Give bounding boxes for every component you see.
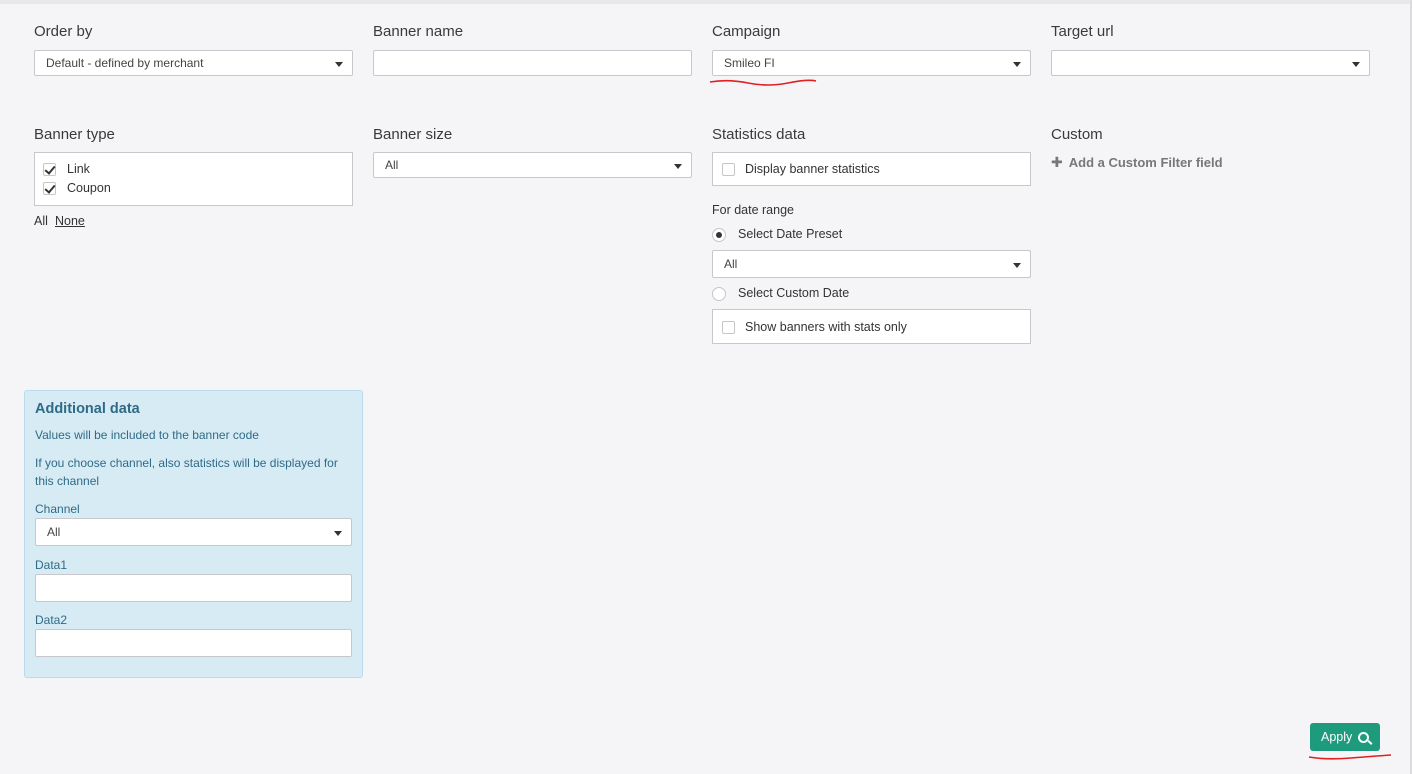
caret-down-icon (335, 62, 343, 67)
date-preset-select[interactable]: All (712, 250, 1031, 278)
add-custom-filter-label: Add a Custom Filter field (1068, 155, 1223, 170)
custom-label: Custom (1051, 126, 1103, 143)
caret-down-icon (1013, 62, 1021, 67)
order-by-label: Order by (34, 23, 93, 40)
additional-data-panel: Additional data Values will be included … (24, 390, 363, 678)
caret-down-icon (334, 531, 342, 536)
channel-value: All (47, 525, 61, 539)
display-stats-checkbox[interactable] (722, 163, 735, 176)
stats-only-label: Show banners with stats only (745, 320, 907, 334)
caret-down-icon (674, 164, 682, 169)
red-underline-annotation (709, 79, 817, 86)
stats-only-box: Show banners with stats only (712, 309, 1031, 344)
top-border (0, 0, 1412, 4)
date-preset-label: Select Date Preset (738, 227, 843, 241)
data1-input[interactable] (35, 574, 352, 602)
target-url-select[interactable] (1051, 50, 1370, 76)
banner-size-select[interactable]: All (373, 152, 692, 178)
apply-button-label: Apply (1321, 730, 1353, 744)
display-stats-label: Display banner statistics (745, 162, 880, 176)
banner-name-label: Banner name (373, 23, 464, 40)
coupon-option-label: Coupon (67, 181, 111, 195)
date-range-label: For date range (712, 203, 794, 217)
display-stats-box: Display banner statistics (712, 152, 1031, 186)
channel-label: Channel (35, 502, 80, 516)
link-checkbox[interactable] (43, 163, 56, 176)
search-icon (1358, 732, 1369, 743)
target-url-label: Target url (1051, 23, 1114, 40)
plus-icon: ✚ (1051, 154, 1063, 170)
custom-date-radio[interactable] (712, 287, 726, 301)
data2-label: Data2 (35, 613, 68, 627)
caret-down-icon (1352, 62, 1360, 67)
select-all-link[interactable]: All (34, 214, 48, 228)
order-by-select[interactable]: Default - defined by merchant (34, 50, 353, 76)
link-option-label: Link (67, 162, 90, 176)
apply-button[interactable]: Apply (1310, 723, 1380, 751)
select-none-link[interactable]: None (55, 214, 85, 228)
banner-name-input[interactable] (373, 50, 692, 76)
additional-data-note: Values will be included to the banner co… (35, 428, 259, 442)
banner-size-label: Banner size (373, 126, 453, 143)
additional-data-title: Additional data (35, 401, 140, 417)
campaign-select[interactable]: Smileo FI (712, 50, 1031, 76)
red-underline-annotation (1308, 754, 1392, 760)
custom-date-label: Select Custom Date (738, 286, 850, 300)
data2-input[interactable] (35, 629, 352, 657)
coupon-checkbox[interactable] (43, 182, 56, 195)
stats-only-checkbox[interactable] (722, 321, 735, 334)
banner-type-list: Link Coupon (34, 152, 353, 206)
banner-type-label: Banner type (34, 126, 115, 143)
campaign-label: Campaign (712, 23, 781, 40)
campaign-value: Smileo FI (724, 56, 775, 70)
statistics-label: Statistics data (712, 126, 806, 143)
channel-note-line1: If you choose channel, also statistics w… (35, 456, 338, 470)
channel-note-line2: this channel (35, 474, 100, 488)
caret-down-icon (1013, 263, 1021, 268)
add-custom-filter-link[interactable]: ✚ Add a Custom Filter field (1051, 154, 1223, 171)
order-by-value: Default - defined by merchant (46, 56, 204, 70)
channel-select[interactable]: All (35, 518, 352, 546)
data1-label: Data1 (35, 558, 68, 572)
date-preset-radio[interactable] (712, 228, 726, 242)
banner-size-value: All (385, 158, 399, 172)
date-preset-value: All (724, 257, 738, 271)
